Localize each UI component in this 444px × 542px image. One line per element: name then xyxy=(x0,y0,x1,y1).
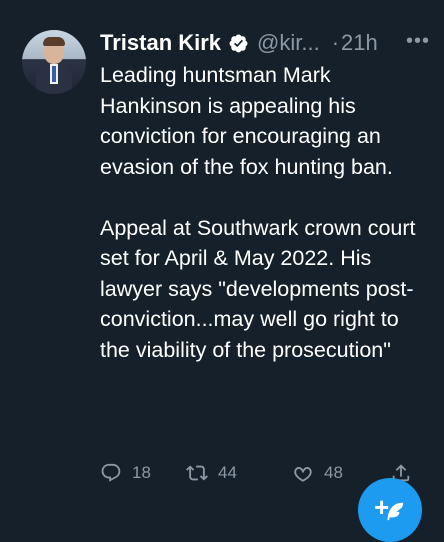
avatar[interactable] xyxy=(22,30,86,94)
tweet-text: Leading huntsman Mark Hankinson is appea… xyxy=(100,60,434,365)
tweet-paragraph-2: Appeal at Southwark crown court set for … xyxy=(100,215,416,362)
verified-icon xyxy=(228,33,249,54)
separator-dot: · xyxy=(331,30,340,55)
like-button[interactable]: 48 xyxy=(292,462,343,484)
author-handle[interactable]: @kir... xyxy=(257,30,320,56)
more-icon[interactable]: ••• xyxy=(406,30,430,53)
like-icon xyxy=(294,467,312,482)
retweet-button[interactable]: 44 xyxy=(186,462,237,484)
reply-button[interactable]: 18 xyxy=(100,462,151,484)
retweet-count: 44 xyxy=(218,463,237,482)
tweet-header: Tristan Kirk @kir... · 21h xyxy=(100,26,434,60)
tweet-paragraph-1: Leading huntsman Mark Hankinson is appea… xyxy=(100,63,393,179)
timestamp[interactable]: 21h xyxy=(341,30,378,56)
like-count: 48 xyxy=(324,463,343,482)
reply-count: 18 xyxy=(132,463,151,482)
compose-feather-icon xyxy=(387,502,404,521)
retweet-icon xyxy=(186,465,208,481)
compose-button[interactable]: + xyxy=(358,478,422,542)
author-name[interactable]: Tristan Kirk xyxy=(100,30,221,56)
reply-icon xyxy=(101,463,121,482)
